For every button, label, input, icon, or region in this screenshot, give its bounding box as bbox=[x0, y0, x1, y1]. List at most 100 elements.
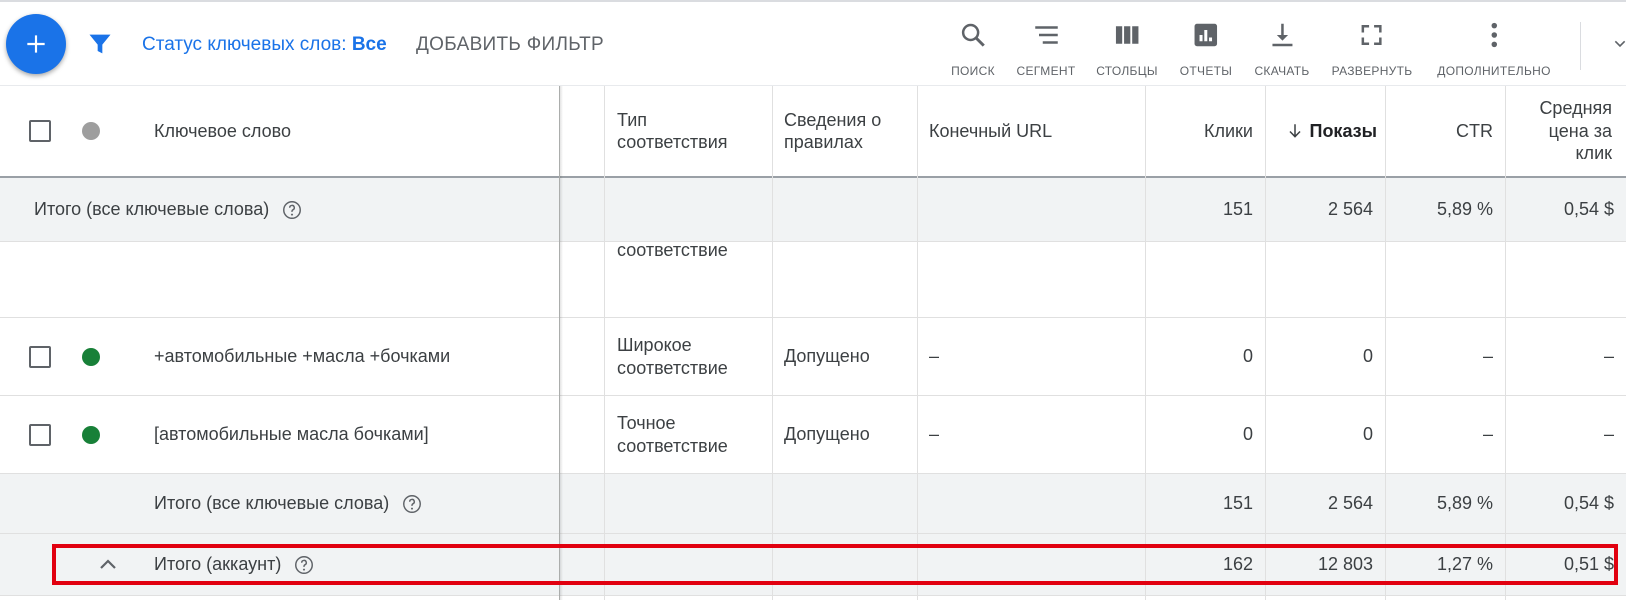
more-tool-label: ДОПОЛНИТЕЛЬНО bbox=[1437, 64, 1551, 78]
fullscreen-icon bbox=[1361, 25, 1382, 45]
reports-icon bbox=[1194, 23, 1218, 47]
filter-status-label: Статус ключевых слов: bbox=[142, 34, 347, 55]
account-summary-label: Итого (аккаунт) bbox=[154, 554, 282, 574]
column-divider bbox=[1385, 86, 1386, 600]
keyword-column-header[interactable]: Ключевое слово bbox=[142, 86, 552, 176]
table-row[interactable]: [автомобильные масла бочками] Точное соо… bbox=[0, 396, 1626, 474]
final-url-column-header[interactable]: Конечный URL bbox=[917, 86, 1145, 176]
download-icon bbox=[1272, 23, 1292, 47]
account-label-cell: Итого (аккаунт) bbox=[142, 534, 552, 595]
reports-tool-label: ОТЧЕТЫ bbox=[1179, 64, 1233, 78]
download-tool-label: СКАЧАТЬ bbox=[1254, 64, 1310, 78]
match-type-header-line1: Тип bbox=[617, 109, 648, 130]
table-row-partial: соответствие bbox=[0, 242, 1626, 318]
impressions-header-label: Показы bbox=[1309, 120, 1378, 141]
clicks-column-header[interactable]: Клики bbox=[1145, 86, 1265, 176]
cpc-header-line2: цена за bbox=[1548, 120, 1612, 141]
search-tool-button[interactable]: ПОИСК bbox=[951, 20, 995, 78]
impressions-cell: 0 bbox=[1362, 424, 1373, 444]
add-filter-button[interactable]: ДОБАВИТЬ ФИЛЬТР bbox=[416, 34, 604, 56]
status-enabled-dot bbox=[82, 347, 100, 366]
summary-row-all-keywords-top: Итого (все ключевые слова) 151 2 564 5,8… bbox=[0, 178, 1626, 242]
help-icon[interactable] bbox=[281, 199, 303, 221]
column-divider bbox=[772, 86, 773, 600]
status-header-dot bbox=[82, 122, 100, 140]
segment-tool-button[interactable]: СЕГМЕНТ bbox=[1017, 20, 1076, 78]
summary-cpc: 0,54 $ bbox=[1563, 493, 1614, 513]
columns-tool-button[interactable]: СТОЛБЦЫ bbox=[1096, 20, 1158, 78]
ctr-cell: – bbox=[1482, 424, 1493, 444]
segment-tool-label: СЕГМЕНТ bbox=[1016, 64, 1076, 78]
toolbar: Статус ключевых слов: Все ДОБАВИТЬ ФИЛЬТ… bbox=[0, 0, 1626, 86]
more-tool-button[interactable]: ДОПОЛНИТЕЛЬНО bbox=[1437, 20, 1550, 78]
keywords-table: Ключевое слово Тип соответствия Сведения… bbox=[0, 86, 1626, 600]
column-divider bbox=[1505, 86, 1506, 600]
frozen-column-shadow bbox=[559, 86, 563, 600]
partial-match-type-text: соответствие bbox=[617, 242, 728, 260]
status-cell bbox=[70, 318, 120, 395]
summary-row-account: Итого (аккаунт) 162 12 803 1,27 % 0,51 $ bbox=[0, 534, 1626, 596]
table-row[interactable]: +автомобильные +масла +бочками Широкое с… bbox=[0, 318, 1626, 396]
keyword-cell[interactable]: +автомобильные +масла +бочками bbox=[142, 318, 552, 395]
summary-label-cell: Итого (все ключевые слова) bbox=[22, 178, 552, 241]
keyword-status-filter[interactable]: Статус ключевых слов: Все bbox=[142, 34, 387, 56]
toolbar-divider bbox=[1580, 22, 1581, 70]
search-icon bbox=[961, 23, 985, 47]
policy-column-header[interactable]: Сведения о правилах bbox=[772, 86, 917, 176]
ctr-column-header[interactable]: CTR bbox=[1385, 86, 1505, 176]
partial-match-type: соответствие bbox=[605, 242, 772, 317]
help-icon[interactable] bbox=[293, 554, 315, 576]
clicks-cell: 0 bbox=[1242, 346, 1253, 366]
filter-status-value: Все bbox=[351, 34, 387, 55]
summary-ctr: 5,89 % bbox=[1436, 493, 1493, 513]
policy-header-line2: правилах bbox=[784, 132, 863, 152]
summary-clicks: 151 bbox=[1222, 199, 1253, 219]
chevron-down-icon[interactable] bbox=[1612, 36, 1626, 52]
row-checkbox[interactable] bbox=[29, 345, 51, 368]
account-cpc: 0,51 $ bbox=[1563, 554, 1614, 574]
row-checkbox[interactable] bbox=[29, 423, 51, 446]
final-url-cell: – bbox=[929, 424, 940, 444]
policy-header-line1: Сведения о bbox=[784, 109, 882, 130]
select-all-cell bbox=[17, 86, 67, 176]
cpc-header-line3: клик bbox=[1575, 143, 1612, 164]
ctr-cell: – bbox=[1482, 346, 1493, 366]
help-icon[interactable] bbox=[401, 493, 423, 515]
reports-tool-button[interactable]: ОТЧЕТЫ bbox=[1180, 20, 1232, 78]
summary-ctr: 5,89 % bbox=[1436, 199, 1493, 219]
filter-icon[interactable] bbox=[86, 30, 114, 58]
summary-row-all-keywords: Итого (все ключевые слова) 151 2 564 5,8… bbox=[0, 474, 1626, 534]
match-type-column-header[interactable]: Тип соответствия bbox=[605, 86, 772, 176]
account-ctr: 1,27 % bbox=[1436, 554, 1493, 574]
chevron-up-icon[interactable] bbox=[96, 553, 120, 577]
column-divider bbox=[917, 86, 918, 600]
keyword-cell[interactable]: [автомобильные масла бочками] bbox=[142, 396, 552, 473]
match-type-header-line2: соответствия bbox=[617, 132, 728, 152]
match-type-cell: Точное соответствие bbox=[605, 396, 772, 473]
row-select-cell bbox=[17, 318, 67, 395]
summary-label: Итого (все ключевые слова) bbox=[34, 199, 270, 219]
select-all-checkbox[interactable] bbox=[29, 120, 51, 142]
account-clicks: 162 bbox=[1222, 554, 1253, 574]
cpc-column-header[interactable]: Средняя цена за клик bbox=[1505, 86, 1626, 176]
match-type-line2: соответствие bbox=[617, 435, 728, 456]
search-tool-label: ПОИСК bbox=[951, 64, 995, 78]
status-header-cell bbox=[70, 86, 120, 176]
cpc-header-line1: Средняя bbox=[1539, 98, 1612, 119]
fullscreen-tool-button[interactable]: РАЗВЕРНУТЬ bbox=[1332, 20, 1413, 78]
column-divider bbox=[1145, 86, 1146, 600]
create-button[interactable] bbox=[6, 14, 66, 74]
fullscreen-tool-label: РАЗВЕРНУТЬ bbox=[1331, 64, 1413, 78]
summary-cpc: 0,54 $ bbox=[1563, 199, 1614, 219]
summary-label: Итого (все ключевые слова) bbox=[154, 493, 390, 513]
collapse-toggle-cell bbox=[84, 534, 134, 595]
policy-cell: Допущено bbox=[784, 346, 870, 366]
download-tool-button[interactable]: СКАЧАТЬ bbox=[1254, 20, 1309, 78]
match-type-line1: Широкое bbox=[617, 335, 692, 355]
column-divider bbox=[1265, 86, 1266, 600]
match-type-line2: соответствие bbox=[617, 357, 728, 378]
account-impressions: 12 803 bbox=[1317, 554, 1373, 574]
status-cell bbox=[70, 396, 120, 473]
summary-label-cell: Итого (все ключевые слова) bbox=[142, 474, 552, 533]
impressions-column-header[interactable]: Показы bbox=[1265, 86, 1385, 176]
